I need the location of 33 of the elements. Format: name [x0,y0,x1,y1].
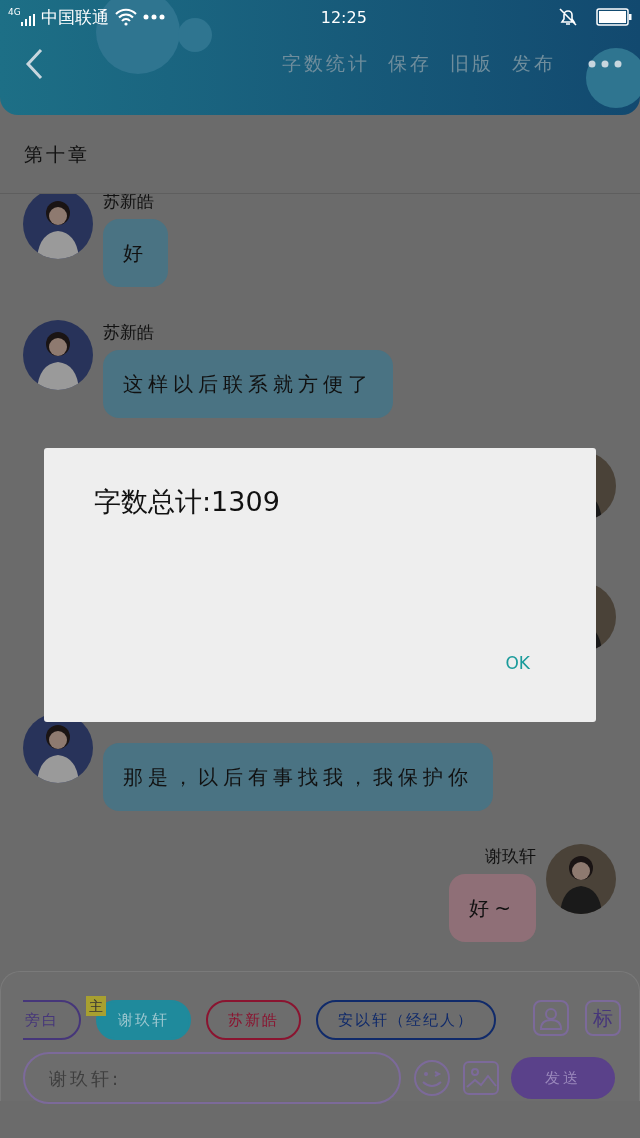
header-action[interactable]: 旧版 [450,51,494,77]
message-bubble: 那是，以后有事找我，我保护你 [103,743,493,811]
role-chip[interactable]: 苏新皓 [206,1000,301,1040]
signal-icon [20,14,35,26]
more-button[interactable] [588,60,622,68]
image-icon[interactable] [463,1061,499,1095]
sender-name: 苏新皓 [103,321,155,344]
more-icon [142,14,165,20]
bell-off-icon [558,7,578,27]
battery-icon [596,8,632,26]
ok-button[interactable]: OK [505,653,530,673]
sender-name: 谢玖轩 [485,845,536,868]
message-bubble: 好~ [449,874,536,942]
smiley-icon[interactable] [413,1059,451,1097]
network-label: 4G [8,7,21,17]
dialog-message: 字数总计:1309 [94,485,280,519]
back-icon [24,48,44,80]
header-action[interactable]: 发布 [512,51,556,77]
message-bubble: 这样以后联系就方便了 [103,350,393,418]
send-button[interactable]: 发送 [511,1057,615,1099]
message-bubble: 好 [103,219,168,287]
header-action[interactable]: 保存 [388,51,432,77]
clock: 12:25 [320,7,368,27]
back-button[interactable] [24,48,44,80]
more-icon [588,60,622,68]
decor-circle [586,48,640,108]
person-button[interactable] [533,1000,569,1036]
carrier-name: 中国联通 [40,5,109,29]
header-action[interactable]: 字数统计 [282,51,370,77]
person-icon [538,1005,564,1031]
wifi-icon [114,8,137,26]
role-chip[interactable]: 安以轩（经纪人） [316,1000,496,1040]
lead-badge: 主 [86,996,106,1016]
